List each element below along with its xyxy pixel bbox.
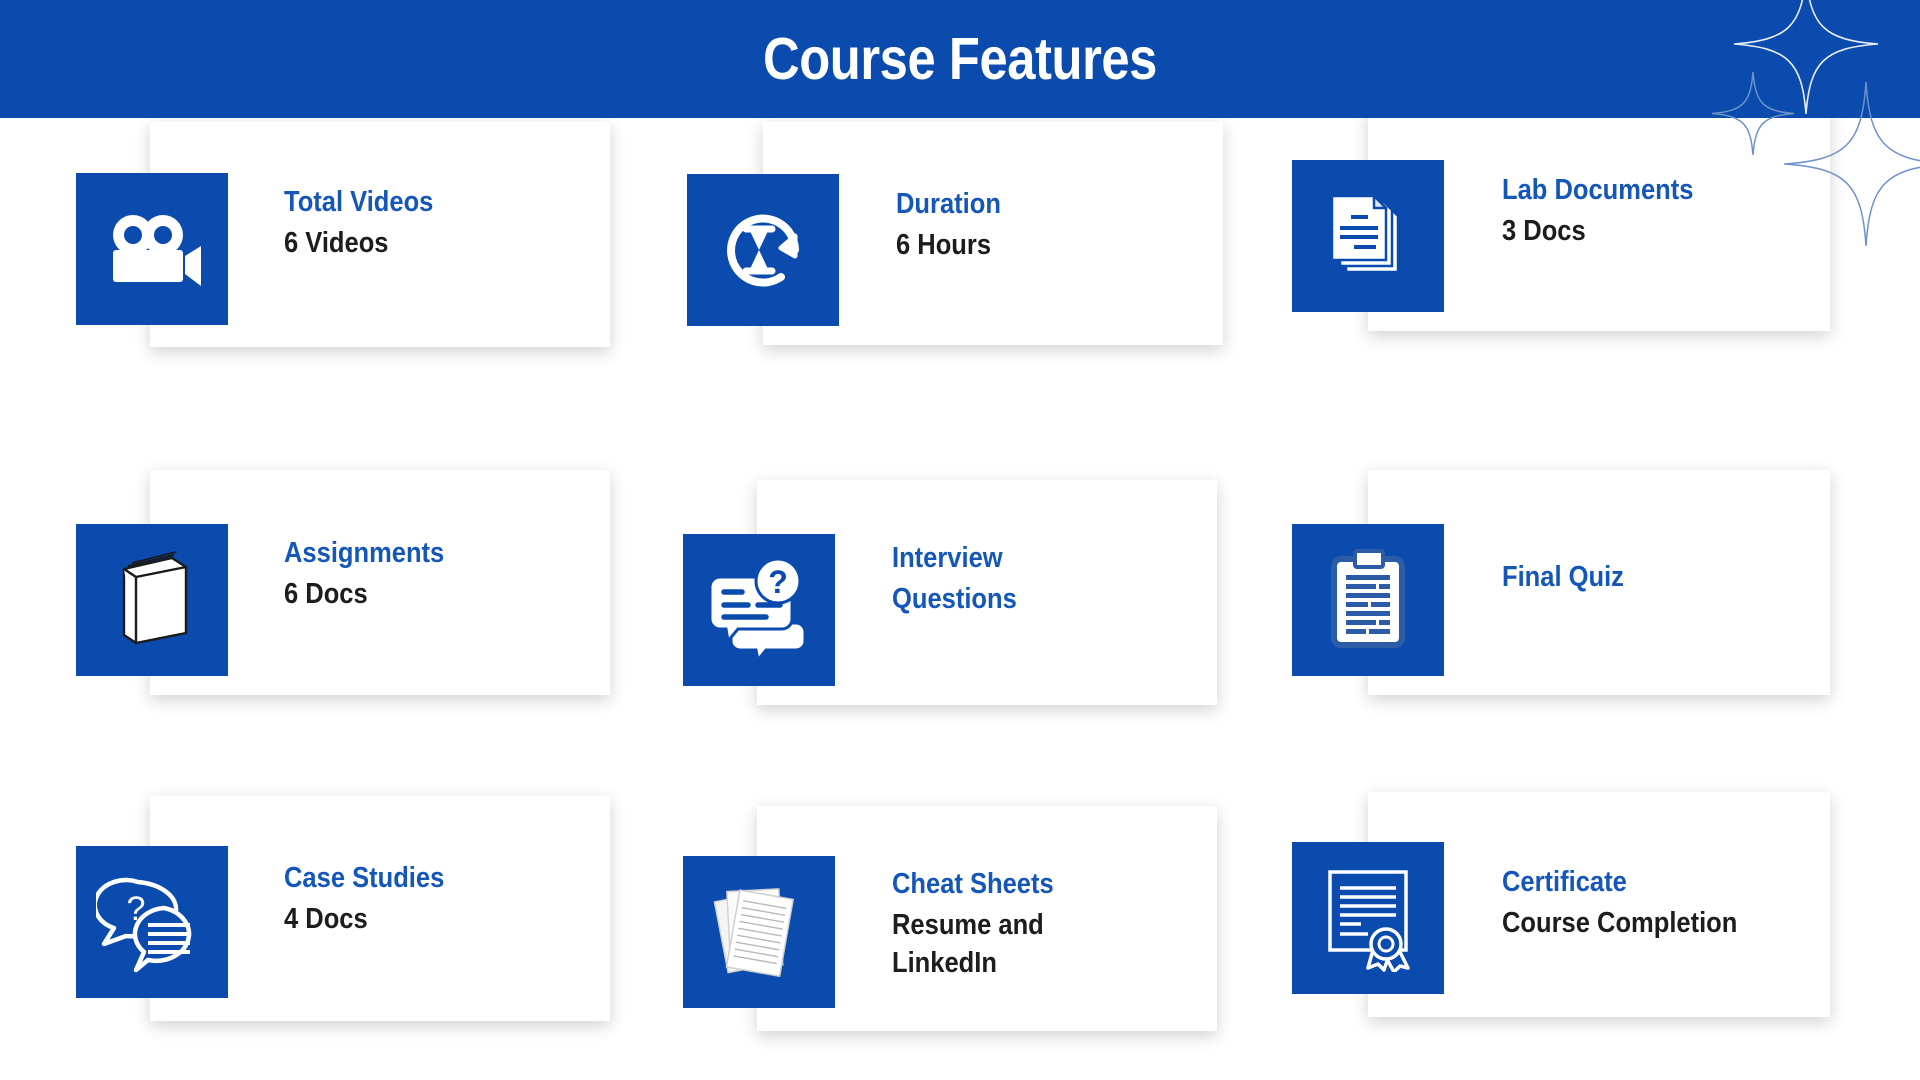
hourglass-refresh-icon: [687, 174, 839, 326]
feature-subtitle: 6 Hours: [896, 229, 992, 262]
feature-subtitle: Course Completion: [1502, 907, 1738, 940]
chat-question-icon: ?: [683, 534, 835, 686]
feature-title: Case Studies: [284, 862, 445, 894]
feature-title: Total Videos: [284, 186, 434, 218]
feature-text-cheat-sheets: Cheat Sheets Resume and LinkedIn: [892, 864, 1222, 983]
svg-text:?: ?: [768, 564, 788, 600]
video-camera-icon: [76, 173, 228, 325]
book-icon: [76, 524, 228, 676]
feature-text-case-studies: Case Studies 4 Docs: [284, 858, 604, 939]
feature-title: Lab Documents: [1502, 174, 1694, 206]
feature-title: Final Quiz: [1502, 561, 1624, 593]
certificate-seal-icon: [1292, 842, 1444, 994]
feature-title: Cheat Sheets: [892, 868, 1054, 900]
speech-bubbles-question-icon: ?: [76, 846, 228, 998]
feature-subtitle: Resume and LinkedIn: [892, 909, 1044, 979]
feature-text-duration: Duration 6 Hours: [896, 184, 1216, 265]
header-bar: Course Features: [0, 0, 1920, 118]
feature-title: Assignments: [284, 537, 445, 569]
feature-text-lab-documents: Lab Documents 3 Docs: [1502, 170, 1832, 251]
feature-grid: Total Videos 6 Videos Duration 6 Hours L…: [0, 108, 1920, 1080]
feature-text-assignments: Assignments 6 Docs: [284, 533, 604, 614]
page-title: Course Features: [763, 26, 1157, 92]
feature-subtitle: 3 Docs: [1502, 215, 1586, 248]
slide-root: Course Features Total Videos 6 Videos Du…: [0, 0, 1920, 1080]
feature-text-final-quiz: Final Quiz: [1502, 557, 1832, 598]
scattered-papers-icon: [683, 856, 835, 1008]
feature-subtitle: 6 Videos: [284, 227, 389, 260]
feature-title: Interview Questions: [892, 542, 1017, 616]
feature-subtitle: 4 Docs: [284, 903, 368, 936]
feature-text-certificate: Certificate Course Completion: [1502, 862, 1842, 943]
feature-title: Certificate: [1502, 866, 1627, 898]
feature-subtitle: 6 Docs: [284, 578, 368, 611]
clipboard-list-icon: [1292, 524, 1444, 676]
feature-text-interview-questions: Interview Questions: [892, 538, 1222, 620]
stacked-documents-icon: [1292, 160, 1444, 312]
feature-text-total-videos: Total Videos 6 Videos: [284, 182, 604, 263]
feature-title: Duration: [896, 188, 1001, 220]
